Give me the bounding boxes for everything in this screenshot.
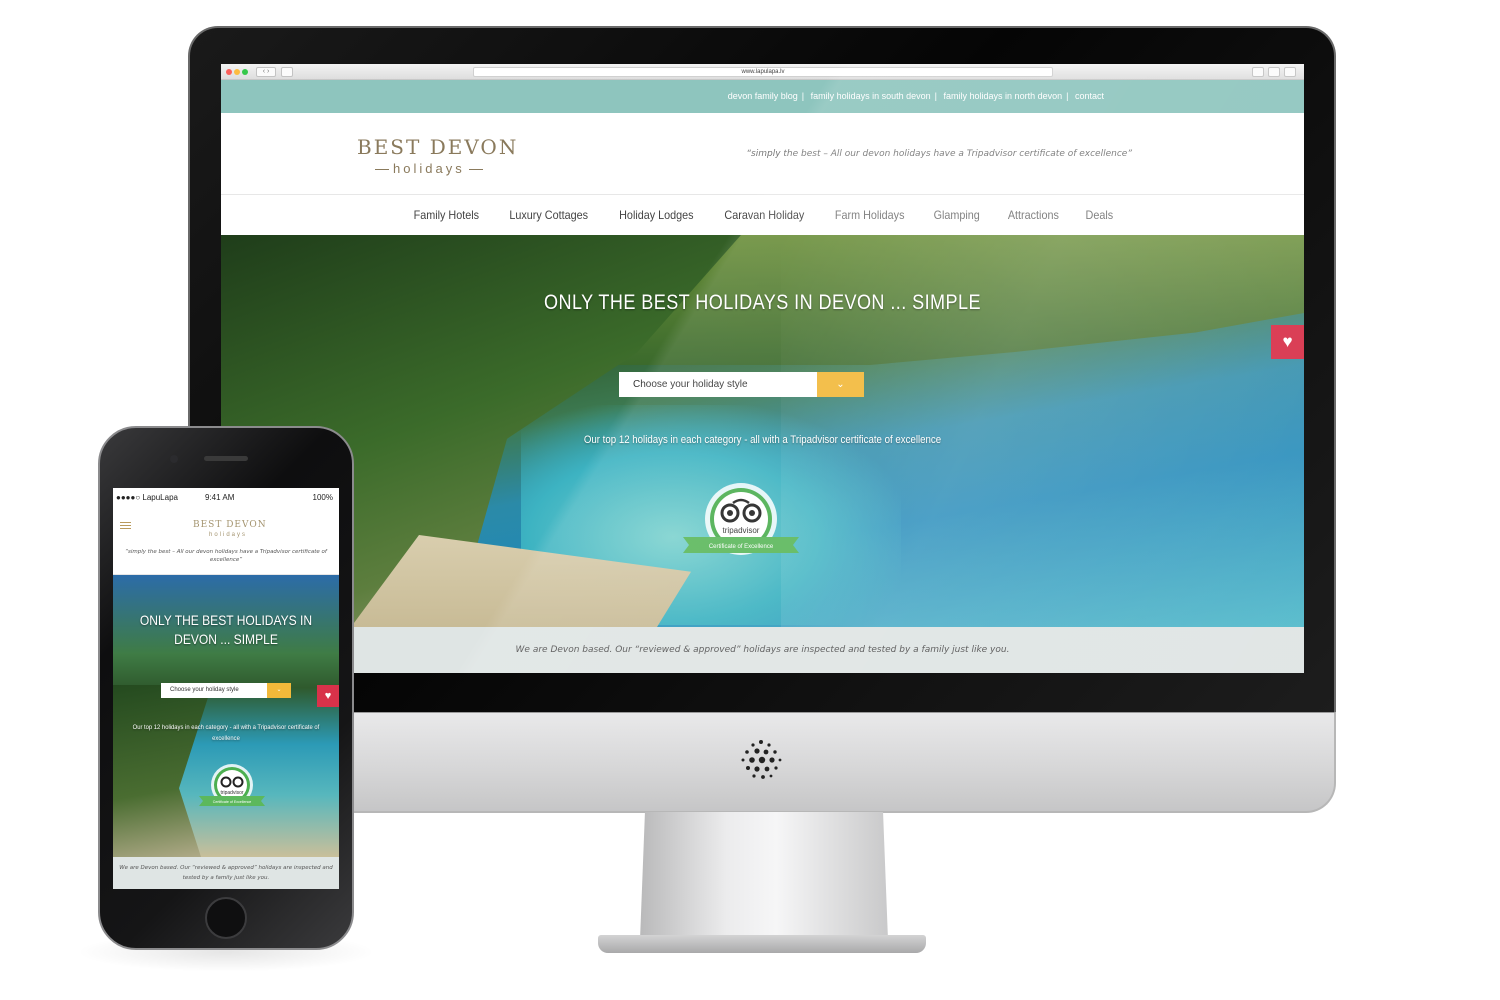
- close-window-icon[interactable]: [226, 69, 232, 75]
- phone-tripadvisor-badge[interactable]: tripadvisor Certificate of Excellence: [197, 763, 267, 813]
- status-time: 9:41 AM: [205, 493, 235, 502]
- tripadvisor-brand: tripadvisor: [723, 526, 760, 535]
- phone-site-logo[interactable]: BEST DEVON: [193, 520, 267, 530]
- top-link-separator: |: [801, 91, 805, 101]
- hero-title: ONLY THE BEST HOLIDAYS IN DEVON ... SIMP…: [544, 291, 981, 314]
- phone-hero-banner: ONLY THE BEST HOLIDAYS IN DEVON ... SIMP…: [113, 575, 339, 857]
- phone-screen: ●●●●○ LapuLapa 9:41 AM 100% BEST DEVON h…: [113, 488, 339, 889]
- header-tagline: “simply the best – All our devon holiday…: [746, 149, 1132, 159]
- phone-hero-subtitle: Our top 12 holidays in each category - a…: [132, 724, 320, 742]
- browser-toolbar: ‹ › www.lapulapa.lv: [221, 64, 1304, 80]
- nav-glamping[interactable]: Glamping: [934, 195, 980, 235]
- holiday-style-select[interactable]: Choose your holiday style ⌄: [619, 372, 864, 397]
- phone-tripadvisor-brand: tripadvisor: [220, 790, 243, 796]
- site-header: BEST DEVON holidays “simply the best – A…: [221, 113, 1304, 195]
- phone-holiday-style-select[interactable]: Choose your holiday style ⌄: [161, 683, 291, 698]
- heart-icon[interactable]: ♥: [1271, 325, 1304, 359]
- settings-icon[interactable]: [1284, 67, 1296, 77]
- nav-attractions[interactable]: Attractions: [1008, 195, 1059, 235]
- nav-family-hotels[interactable]: Family Hotels: [414, 195, 479, 235]
- logo-subtitle: holidays: [371, 161, 487, 176]
- nav-farm-holidays[interactable]: Farm Holidays: [835, 195, 905, 235]
- imac-stand: [640, 812, 888, 940]
- logo-sun-icon: O: [480, 135, 499, 159]
- phone-logo-subtitle: holidays: [209, 532, 248, 538]
- hero-subtitle: Our top 12 holidays in each category - a…: [583, 434, 942, 446]
- phone-home-button[interactable]: [205, 897, 247, 939]
- phone-select-placeholder: Choose your holiday style: [170, 687, 239, 693]
- desktop-screen: ‹ › www.lapulapa.lv devon family blog | f…: [221, 64, 1304, 673]
- tabs-icon[interactable]: [1268, 67, 1280, 77]
- address-bar[interactable]: www.lapulapa.lv: [473, 67, 1053, 77]
- nav-caravan-holiday[interactable]: Caravan Holiday: [725, 195, 805, 235]
- top-link-separator: |: [1066, 91, 1069, 101]
- nav-holiday-lodges[interactable]: Holiday Lodges: [619, 195, 693, 235]
- hamburger-menu-icon[interactable]: [120, 522, 131, 531]
- phone-status-bar: ●●●●○ LapuLapa 9:41 AM 100%: [113, 488, 339, 508]
- top-link-blog[interactable]: devon family blog: [728, 91, 798, 101]
- battery-percent: 100%: [312, 493, 333, 502]
- logo-text-left: BEST DEV: [357, 135, 481, 159]
- carrier-label: ●●●●○ LapuLapa: [116, 493, 178, 502]
- sidebar-toggle-icon[interactable]: [281, 67, 293, 77]
- top-link-separator: |: [934, 91, 938, 101]
- hero-banner: ONLY THE BEST HOLIDAYS IN DEVON ... SIMP…: [221, 235, 1304, 627]
- phone-about-bar: We are Devon based. Our “reviewed & appr…: [113, 857, 339, 889]
- phone-hero-title: ONLY THE BEST HOLIDAYS IN DEVON ... SIMP…: [139, 612, 313, 647]
- phone-camera: [170, 455, 178, 463]
- logo-text-right: N: [498, 135, 519, 159]
- phone-speaker: [204, 456, 248, 461]
- minimize-window-icon[interactable]: [234, 69, 240, 75]
- chevron-down-icon[interactable]: ⌄: [267, 683, 291, 698]
- top-link-south-devon[interactable]: family holidays in south devon: [811, 91, 931, 101]
- main-navigation: Family Hotels Luxury Cottages Holiday Lo…: [221, 195, 1304, 235]
- imac-dot-logo-icon: [741, 740, 782, 779]
- phone-site-header: BEST DEVON holidays “simply the best – A…: [113, 508, 339, 575]
- imac-foot: [598, 935, 926, 953]
- back-forward-buttons[interactable]: ‹ ›: [256, 67, 276, 77]
- tripadvisor-badge[interactable]: tripadvisor Certificate of Excellence: [681, 481, 801, 563]
- maximize-window-icon[interactable]: [242, 69, 248, 75]
- site-logo[interactable]: BEST DEVON: [357, 135, 518, 159]
- chevron-down-icon[interactable]: ⌄: [817, 372, 864, 397]
- about-bar: We are Devon based. Our “reviewed & appr…: [221, 627, 1304, 673]
- tripadvisor-ribbon: Certificate of Excellence: [709, 544, 774, 550]
- heart-icon[interactable]: ♥: [317, 685, 339, 707]
- phone-tripadvisor-ribbon: Certificate of Excellence: [213, 800, 252, 804]
- share-icon[interactable]: [1252, 67, 1264, 77]
- top-links-bar: devon family blog | family holidays in so…: [221, 80, 1304, 113]
- nav-deals[interactable]: Deals: [1086, 195, 1114, 235]
- nav-luxury-cottages[interactable]: Luxury Cottages: [510, 195, 589, 235]
- holiday-style-placeholder: Choose your holiday style: [633, 379, 748, 390]
- phone-tagline: “simply the best – All our devon holiday…: [125, 549, 327, 563]
- top-link-north-devon[interactable]: family holidays in north devon: [944, 91, 1063, 101]
- top-link-contact[interactable]: contact: [1075, 91, 1104, 101]
